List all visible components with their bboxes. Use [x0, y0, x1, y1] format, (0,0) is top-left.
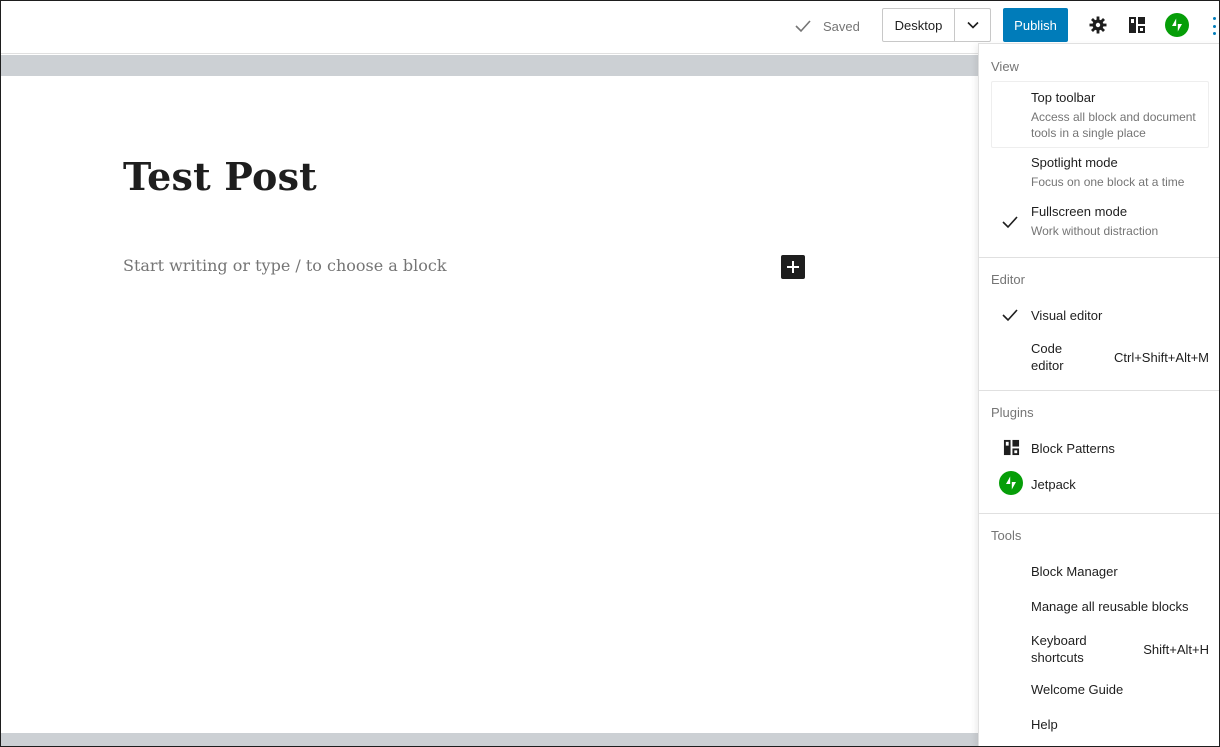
- shortcut-label: Shift+Alt+H: [1143, 641, 1209, 657]
- menu-item-jetpack[interactable]: Jetpack: [979, 471, 1219, 495]
- saved-label: Saved: [823, 18, 860, 34]
- item-title: Block Manager: [1031, 564, 1118, 579]
- item-description: Focus on one block at a time: [1031, 175, 1185, 189]
- item-title: Top toolbar: [1031, 90, 1096, 105]
- shortcut-label: Ctrl+Shift+Alt+M: [1113, 349, 1209, 365]
- block-inserter-button[interactable]: [781, 255, 805, 279]
- menu-item-spotlight-mode[interactable]: Spotlight mode Focus on one block at a t…: [979, 155, 1219, 190]
- menu-section-editor: Editor Visual editor Code editor Ctrl+Sh…: [979, 258, 1219, 391]
- jetpack-icon: [999, 471, 1023, 495]
- item-title: Welcome Guide: [1031, 682, 1124, 697]
- item-title: Block Patterns: [1031, 441, 1115, 456]
- section-label-plugins: Plugins: [991, 405, 1034, 420]
- editor-canvas: Test Post Start writing or type / to cho…: [1, 76, 978, 733]
- section-label-editor: Editor: [991, 272, 1025, 287]
- preview-dropdown[interactable]: Desktop: [882, 8, 991, 42]
- check-icon: [795, 20, 811, 33]
- publish-button[interactable]: Publish: [1003, 8, 1068, 42]
- section-label-view: View: [991, 59, 1019, 74]
- item-description: Access all block and document tools in a…: [1031, 110, 1196, 140]
- more-options-icon[interactable]: [1210, 15, 1218, 37]
- item-title: Manage all reusable blocks: [1031, 599, 1189, 614]
- item-title: Keyboard shortcuts: [1031, 633, 1087, 665]
- menu-item-keyboard-shortcuts[interactable]: Keyboard shortcuts Shift+Alt+H: [979, 632, 1219, 666]
- jetpack-icon[interactable]: [1165, 13, 1189, 37]
- menu-item-manage-reusable-blocks[interactable]: Manage all reusable blocks: [979, 599, 1219, 614]
- post-title[interactable]: Test Post: [123, 154, 317, 199]
- item-title: Help: [1031, 717, 1058, 732]
- item-description: Work without distraction: [1031, 224, 1159, 238]
- menu-item-code-editor[interactable]: Code editor Ctrl+Shift+Alt+M: [979, 340, 1219, 374]
- check-icon: [1002, 216, 1018, 229]
- gear-icon[interactable]: [1086, 13, 1110, 37]
- editor-frame: Saved Desktop Publish Test Post Start wr…: [0, 0, 1220, 747]
- menu-item-block-patterns[interactable]: Block Patterns: [979, 439, 1219, 456]
- menu-section-tools: Tools Block Manager Manage all reusable …: [979, 514, 1219, 746]
- item-title: Code editor: [1031, 341, 1064, 373]
- check-icon: [1002, 309, 1018, 322]
- menu-item-welcome-guide[interactable]: Welcome Guide: [979, 682, 1219, 697]
- menu-item-help[interactable]: Help: [979, 717, 1219, 732]
- menu-item-top-toolbar[interactable]: Top toolbar Access all block and documen…: [979, 90, 1219, 141]
- block-placeholder[interactable]: Start writing or type / to choose a bloc…: [123, 256, 447, 275]
- menu-item-visual-editor[interactable]: Visual editor: [979, 308, 1219, 323]
- plus-icon: [787, 261, 799, 273]
- more-options-menu: View Top toolbar Access all block and do…: [978, 43, 1219, 746]
- chevron-down-icon[interactable]: [955, 9, 990, 41]
- item-title: Visual editor: [1031, 308, 1103, 323]
- item-title: Spotlight mode: [1031, 155, 1118, 170]
- menu-section-plugins: Plugins Block Patterns Jetpack: [979, 391, 1219, 514]
- saved-status: Saved: [793, 15, 860, 37]
- preview-button[interactable]: Desktop: [883, 9, 955, 41]
- block-patterns-icon: [1003, 439, 1020, 456]
- item-title: Jetpack: [1031, 477, 1076, 492]
- menu-section-view: View Top toolbar Access all block and do…: [979, 44, 1219, 258]
- menu-item-block-manager[interactable]: Block Manager: [979, 564, 1219, 579]
- section-label-tools: Tools: [991, 528, 1022, 543]
- item-title: Fullscreen mode: [1031, 204, 1128, 219]
- menu-item-fullscreen-mode[interactable]: Fullscreen mode Work without distraction: [979, 204, 1219, 239]
- block-patterns-icon[interactable]: [1125, 13, 1149, 37]
